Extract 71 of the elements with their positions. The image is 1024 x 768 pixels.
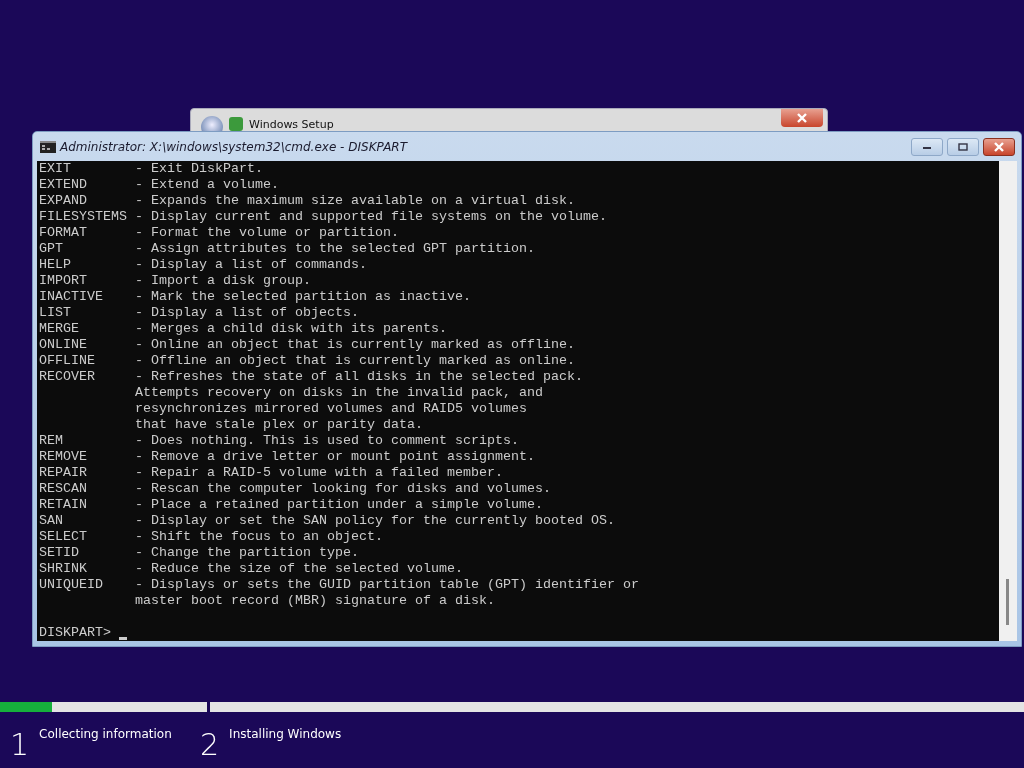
command-description: - Display current and supported file systems on the volume.: [135, 209, 607, 225]
command-description: - Online an object that is currently marked as offline.: [135, 337, 575, 353]
command-name: ONLINE: [39, 337, 88, 353]
command-name: REMOVE: [39, 449, 88, 465]
maximize-button[interactable]: [947, 137, 979, 156]
window-title: Administrator: X:\windows\system32\cmd.exe - DISKPART: [60, 139, 408, 154]
command-description: - Offline an object that is currently marked as online.: [135, 353, 575, 369]
command-name: MERGE: [39, 321, 80, 337]
command-description: - Format the volume or partition.: [135, 225, 399, 241]
command-name: RECOVER: [39, 369, 96, 385]
command-description: - Display a list of commands.: [135, 257, 367, 273]
command-description: that have stale plex or parity data.: [135, 417, 423, 433]
command-name: REM: [39, 433, 64, 449]
step-label: Installing Windows: [229, 727, 342, 743]
command-name: REPAIR: [39, 465, 88, 481]
close-icon: [993, 141, 1005, 152]
step-number: 1: [10, 727, 30, 761]
step-number: 2: [200, 727, 220, 761]
command-description: - Repair a RAID-5 volume with a failed member.: [135, 465, 503, 481]
command-description: - Place a retained partition under a simple volume.: [135, 497, 543, 513]
minimize-button[interactable]: [911, 137, 943, 156]
command-name: SELECT: [39, 529, 88, 545]
command-name: RETAIN: [39, 497, 88, 513]
scroll-thumb[interactable]: [1006, 579, 1009, 625]
command-description: - Display a list of objects.: [135, 305, 359, 321]
console-icon: [40, 140, 56, 153]
command-name: HELP: [39, 257, 72, 273]
command-name: SAN: [39, 513, 64, 529]
command-name: FORMAT: [39, 225, 88, 241]
command-name: SETID: [39, 545, 80, 561]
command-description: - Exit DiskPart.: [135, 161, 263, 177]
command-description: - Merges a child disk with its parents.: [135, 321, 447, 337]
command-name: SHRINK: [39, 561, 88, 577]
close-icon: [796, 113, 808, 123]
setup-icon: [229, 117, 243, 131]
command-name: INACTIVE: [39, 289, 104, 305]
command-name: FILESYSTEMS: [39, 209, 128, 225]
command-description: - Change the partition type.: [135, 545, 359, 561]
command-description: - Display or set the SAN policy for the currently booted OS.: [135, 513, 615, 529]
command-description: - Remove a drive letter or mount point assignment.: [135, 449, 535, 465]
command-description: Attempts recovery on disks in the invalid pack, and: [135, 385, 543, 401]
close-button[interactable]: [983, 137, 1015, 156]
step-label: Collecting information: [39, 727, 172, 743]
command-name: EXTEND: [39, 177, 88, 193]
command-description: - Extend a volume.: [135, 177, 279, 193]
command-description: - Assign attributes to the selected GPT partition.: [135, 241, 535, 257]
command-description: - Does nothing. This is used to comment scripts.: [135, 433, 519, 449]
command-name: EXPAND: [39, 193, 88, 209]
close-button[interactable]: [781, 109, 823, 127]
command-description: - Rescan the computer looking for disks and volumes.: [135, 481, 551, 497]
command-description: - Mark the selected partition as inactive.: [135, 289, 471, 305]
command-name: IMPORT: [39, 273, 88, 289]
command-description: resynchronizes mirrored volumes and RAID5 volumes: [135, 401, 527, 417]
command-description: - Refreshes the state of all disks in the selected pack.: [135, 369, 583, 385]
maximize-icon: [958, 142, 968, 151]
command-name: LIST: [39, 305, 72, 321]
command-description: - Shift the focus to an object.: [135, 529, 383, 545]
window-title: Windows Setup: [249, 117, 334, 131]
command-name: EXIT: [39, 161, 72, 177]
command-description: - Import a disk group.: [135, 273, 311, 289]
command-description: - Expands the maximum size available on a virtual disk.: [135, 193, 575, 209]
scrollbar[interactable]: [999, 161, 1017, 641]
command-description: - Displays or sets the GUID partition table (GPT) identifier or: [135, 577, 639, 593]
command-name: UNIQUEID: [39, 577, 104, 593]
text-cursor: [119, 637, 127, 640]
command-name: OFFLINE: [39, 353, 96, 369]
command-description: - Reduce the size of the selected volume.: [135, 561, 463, 577]
command-name: RESCAN: [39, 481, 88, 497]
command-prompt: DISKPART>: [39, 625, 111, 641]
command-description: master boot record (MBR) signature of a disk.: [135, 593, 495, 609]
command-name: GPT: [39, 241, 64, 257]
